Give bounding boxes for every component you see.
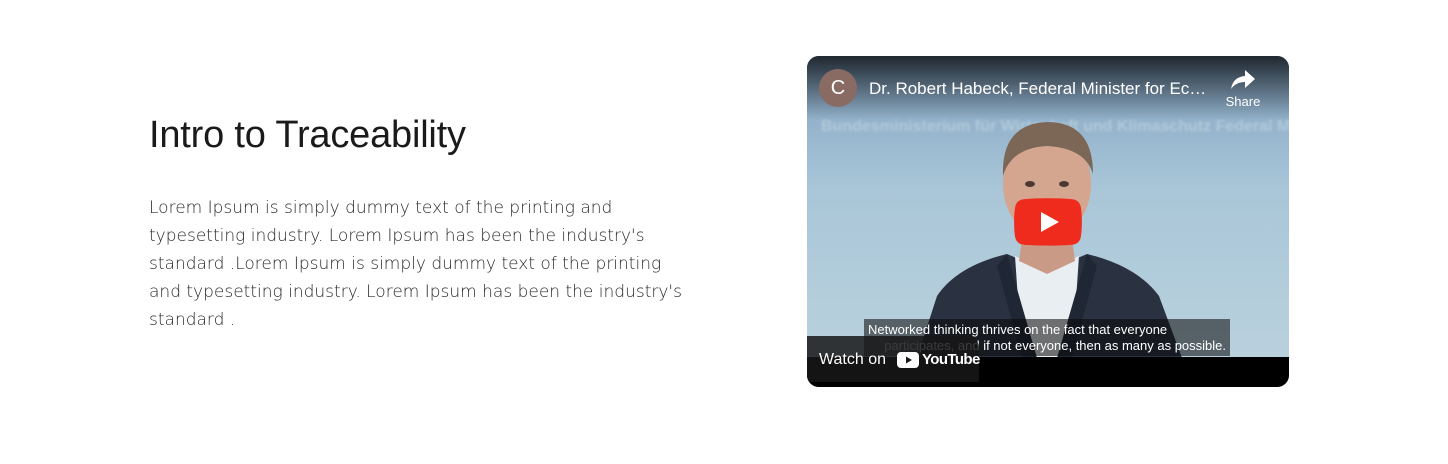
watch-on-label: Watch on [819,351,886,368]
youtube-wordmark: YouTube [922,351,980,368]
watch-on-youtube-button[interactable]: Watch on YouTube [807,336,980,382]
share-label: Share [1225,94,1261,109]
channel-avatar[interactable]: C [819,69,857,107]
play-button[interactable] [1014,198,1082,246]
section-heading: Intro to Traceability [149,114,466,156]
video-embed[interactable]: Bundesministerium für Wirtschaft und Kli… [807,56,1289,387]
youtube-logo: YouTube [897,351,980,369]
video-top-bar: C Dr. Robert Habeck, Federal Minister fo… [807,56,1289,120]
caption-line-1: Networked thinking thrives on the fact t… [868,322,1168,337]
section-body-text: Lorem Ipsum is simply dummy text of the … [149,198,682,330]
youtube-play-icon [897,352,919,368]
content-section: Intro to Traceability Lorem Ipsum is sim… [0,0,1448,464]
share-button[interactable]: Share [1223,68,1263,116]
text-column: Intro to Traceability Lorem Ipsum is sim… [149,112,689,334]
video-title[interactable]: Dr. Robert Habeck, Federal Minister for … [869,78,1209,100]
share-icon [1231,70,1255,89]
play-icon [1014,198,1082,246]
